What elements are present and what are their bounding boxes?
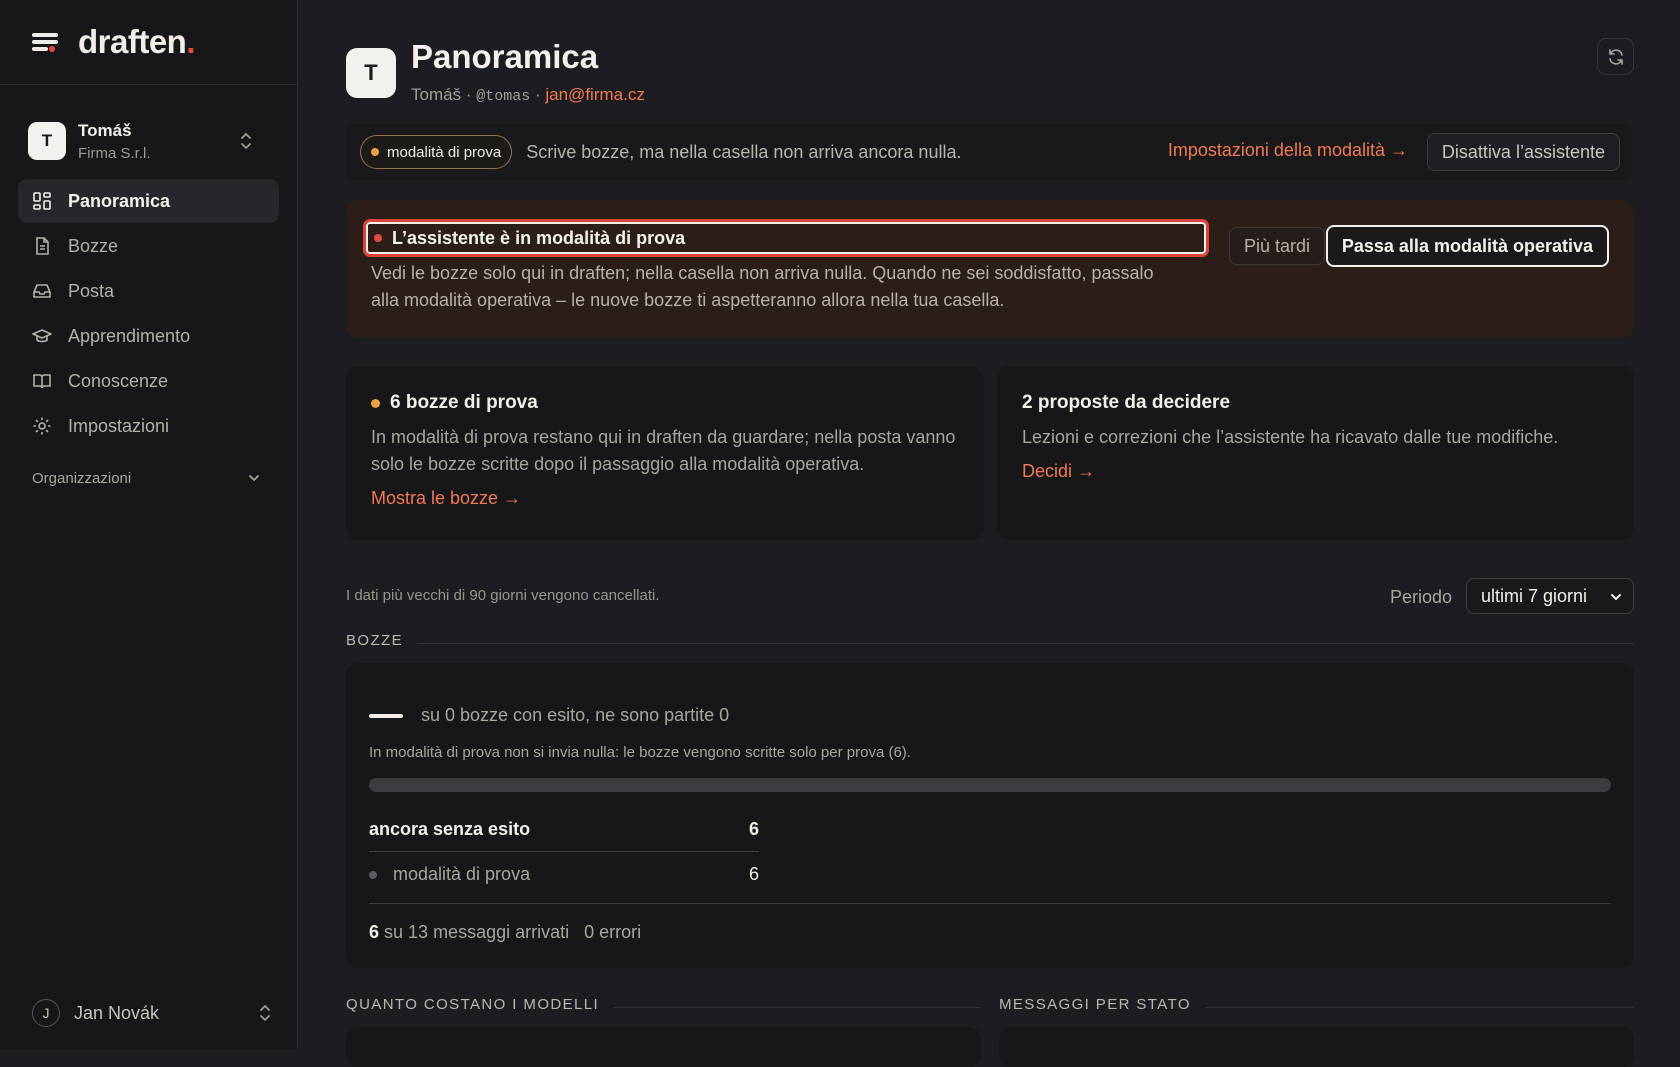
user-name: Jan Novák <box>74 1002 160 1023</box>
logo[interactable]: draften. <box>78 23 195 61</box>
refresh-icon <box>1608 48 1623 65</box>
retention-note: I dati più vecchi di 90 giorni vengono c… <box>346 587 660 604</box>
section-heading-models-cost: QUANTO COSTANO I MODELLI <box>346 996 981 1013</box>
empty-value-dash <box>369 713 403 718</box>
period-row: I dati più vecchi di 90 giorni vengono c… <box>346 578 1634 614</box>
sidebar-item-impostazioni[interactable]: Impostazioni <box>18 404 279 448</box>
show-drafts-link[interactable]: Mostra le bozze → <box>371 488 958 509</box>
graduation-cap-icon <box>32 326 52 346</box>
organizations-toggle[interactable]: Organizzazioni <box>18 460 279 496</box>
sidebar-item-conoscenze[interactable]: Conoscenze <box>18 359 279 403</box>
drafts-stats-card: su 0 bozze con esito, ne sono partite 0 … <box>346 663 1634 968</box>
mode-settings-link[interactable]: Impostazioni della modalità → <box>1168 140 1408 161</box>
models-cost-card <box>346 1027 981 1067</box>
section-heading-drafts: BOZZE <box>346 632 1634 649</box>
later-button[interactable]: Più tardi <box>1228 227 1325 265</box>
mode-message: Scrive bozze, ma nella casella non arriv… <box>526 141 962 162</box>
sidebar-item-label: Conoscenze <box>68 370 169 391</box>
sent-progress-bar <box>369 778 1611 792</box>
grid-icon <box>32 191 52 211</box>
organizations-label: Organizzazioni <box>32 469 132 487</box>
card-text: Lezioni e correzioni che l’assistente ha… <box>1022 427 1559 447</box>
drafts-note: In modalità di prova non si invia nulla:… <box>369 744 911 761</box>
page-subtitle: Tomáš · @tomas · jan@firma.cz <box>411 85 645 105</box>
sidebar-item-label: Apprendimento <box>68 325 191 346</box>
sidebar-item-bozze[interactable]: Bozze <box>18 224 279 268</box>
alert-title: L’assistente è in modalità di prova <box>392 227 686 248</box>
test-drafts-card: 6 bozze di prova In modalità di prova re… <box>346 366 983 540</box>
period-select[interactable]: ultimi 7 giorni <box>1466 578 1634 614</box>
user-menu[interactable]: J Jan Novák <box>32 996 272 1030</box>
inbox-icon <box>32 281 52 301</box>
chevron-up-down-icon <box>241 132 251 150</box>
period-label: Periodo <box>1389 587 1452 607</box>
account-switcher[interactable]: T Tomáš Firma S.r.l. <box>18 113 279 169</box>
proposals-card: 2 proposte da decidere Lezioni e correzi… <box>997 366 1634 540</box>
menu-icon[interactable] <box>32 31 58 53</box>
mode-bar: modalità di prova Scrive bozze, ma nella… <box>346 124 1634 180</box>
brand-bar: draften. <box>0 0 297 85</box>
profile-avatar: T <box>346 48 396 98</box>
chevron-down-icon <box>249 475 259 482</box>
card-title: 2 proposte da decidere <box>1022 392 1231 413</box>
chevron-down-icon <box>1611 594 1621 601</box>
sidebar-item-label: Impostazioni <box>68 415 170 436</box>
book-icon <box>32 371 52 391</box>
main-content: T Panoramica Tomáš · @tomas · jan@firma.… <box>346 0 1634 1067</box>
user-avatar: J <box>32 999 60 1027</box>
disable-assistant-button[interactable]: Disattiva l’assistente <box>1426 133 1620 171</box>
drafts-summary: su 0 bozze con esito, ne sono partite 0 <box>421 705 730 725</box>
sidebar-item-posta[interactable]: Posta <box>18 269 279 313</box>
gear-icon <box>32 416 52 436</box>
account-org: Firma S.r.l. <box>78 144 151 162</box>
sidebar-item-label: Panoramica <box>68 190 171 211</box>
account-name: Tomáš <box>78 120 132 140</box>
table-row: modalità di prova 6 <box>369 852 759 897</box>
table-row: ancora senza esito 6 <box>369 807 759 852</box>
card-text: In modalità di prova restano qui in draf… <box>371 427 956 474</box>
sidebar-item-apprendimento[interactable]: Apprendimento <box>18 314 279 358</box>
chevron-up-down-icon <box>260 1004 270 1022</box>
card-title: 6 bozze di prova <box>390 392 538 413</box>
alert-text: Vedi le bozze solo qui in draften; nella… <box>371 263 1154 310</box>
alert-title-box: L’assistente è in modalità di prova <box>363 219 1209 257</box>
messages-by-state-card <box>999 1027 1634 1067</box>
sidebar-item-label: Bozze <box>68 235 119 256</box>
user-email-link[interactable]: jan@firma.cz <box>545 85 644 104</box>
sidebar-item-panoramica[interactable]: Panoramica <box>18 179 279 223</box>
user-handle: @tomas <box>476 88 531 105</box>
switch-to-live-button[interactable]: Passa alla modalità operativa <box>1325 225 1609 267</box>
messages-footer: 6 su 13 messaggi arrivati 0 errori <box>369 903 1611 943</box>
test-mode-alert: L’assistente è in modalità di prova Vedi… <box>346 200 1634 338</box>
refresh-button[interactable] <box>1597 38 1634 75</box>
document-icon <box>32 236 52 256</box>
sidebar-nav: Panoramica Bozze Posta Apprendimento Con… <box>0 179 297 448</box>
summary-cards: 6 bozze di prova In modalità di prova re… <box>346 366 1634 540</box>
account-avatar: T <box>28 122 66 160</box>
section-heading-messages-by-state: MESSAGGI PER STATO <box>999 996 1634 1013</box>
sidebar-item-label: Posta <box>68 280 115 301</box>
page-title: Panoramica <box>411 38 599 75</box>
decide-link[interactable]: Decidi → <box>1022 461 1609 482</box>
errors-count: 0 errori <box>584 922 642 942</box>
outcome-table: ancora senza esito 6 modalità di prova 6 <box>369 807 759 897</box>
mode-badge: modalità di prova <box>360 135 513 169</box>
sidebar: draften. T Tomáš Firma S.r.l. Panoramica… <box>0 0 298 1050</box>
page-header: T Panoramica Tomáš · @tomas · jan@firma.… <box>346 0 1634 120</box>
